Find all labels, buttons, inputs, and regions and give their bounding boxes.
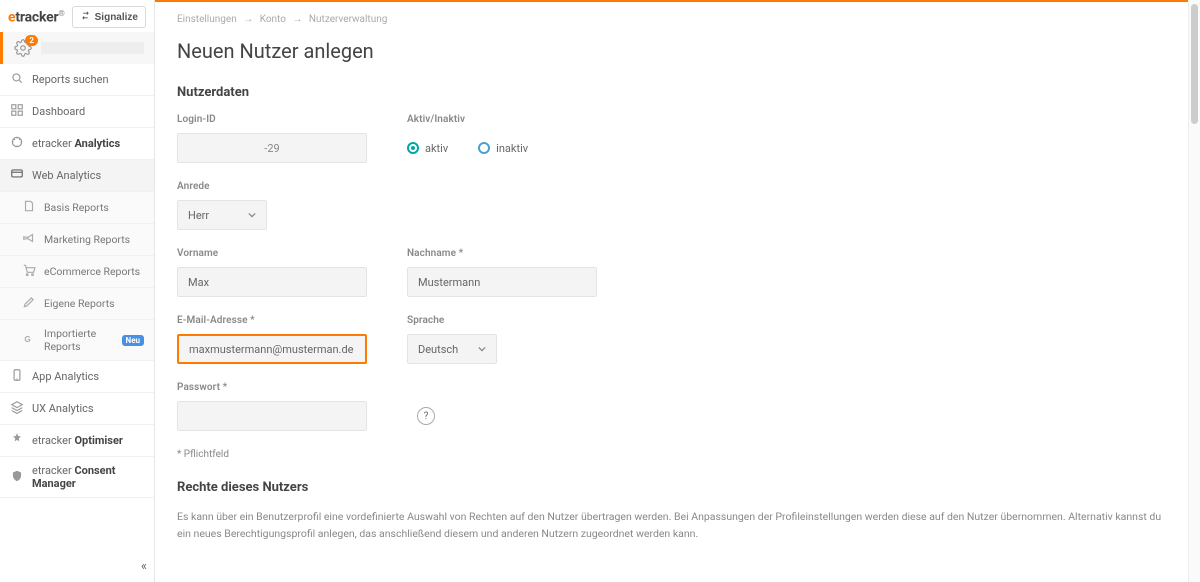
rights-description: Es kann über ein Benutzerprofil eine vor… — [177, 509, 1166, 543]
email-input[interactable]: maxmustermann@musterman.de — [177, 334, 367, 364]
salutation-label: Anrede — [177, 181, 367, 192]
radio-dot-icon — [407, 142, 419, 154]
radio-inactive[interactable]: inaktiv — [478, 142, 528, 155]
shield-icon — [10, 469, 24, 486]
pencil-icon — [22, 295, 36, 312]
language-select[interactable]: Deutsch — [407, 334, 497, 364]
scrollbar-thumb[interactable] — [1191, 4, 1198, 124]
section-user-data: Nutzerdaten — [177, 85, 1166, 100]
chevron-down-icon — [478, 343, 486, 356]
login-id-field: -29 — [177, 133, 367, 163]
sidebar-basis-label: Basis Reports — [44, 201, 109, 214]
lastname-value: Mustermann — [418, 276, 480, 289]
sidebar-search-label: Reports suchen — [32, 73, 109, 86]
active-label: Aktiv/Inaktiv — [407, 114, 528, 125]
brand-rest: tracker — [15, 9, 58, 25]
megaphone-icon — [22, 231, 36, 248]
svg-text:G: G — [24, 334, 30, 343]
sidebar-imported-label: Importierte Reports — [44, 327, 110, 353]
radio-active[interactable]: aktiv — [407, 142, 448, 155]
password-input[interactable] — [177, 401, 367, 431]
breadcrumb-settings[interactable]: Einstellungen — [177, 14, 237, 25]
sidebar-item-analytics[interactable]: etracker Analytics — [0, 128, 154, 160]
lastname-input[interactable]: Mustermann — [407, 267, 597, 297]
signalize-label: Signalize — [95, 12, 138, 23]
analytics-icon — [10, 135, 24, 152]
breadcrumb: Einstellungen → Konto → Nutzerverwaltung — [177, 14, 1166, 25]
sidebar-dashboard-label: Dashboard — [32, 105, 85, 118]
sidebar-item-optimiser[interactable]: etracker Optimiser — [0, 425, 154, 457]
sidebar-item-app-analytics[interactable]: App Analytics — [0, 361, 154, 393]
brand-logo: etracker® — [8, 9, 65, 26]
notification-badge: 2 — [25, 35, 38, 46]
radio-dot-icon — [478, 142, 490, 154]
language-value: Deutsch — [418, 343, 458, 356]
sidebar-web-label: Web Analytics — [32, 169, 101, 182]
help-icon[interactable]: ? — [417, 407, 435, 425]
page-title: Neuen Nutzer anlegen — [177, 39, 1166, 63]
sidebar-app-label: App Analytics — [32, 370, 99, 383]
email-label: E-Mail-Adresse * — [177, 315, 367, 326]
layers-icon — [10, 400, 24, 417]
radio-active-label: aktiv — [425, 142, 448, 155]
brand-reg: ® — [58, 9, 64, 18]
sidebar-sub-marketing[interactable]: Marketing Reports — [0, 224, 154, 256]
swap-icon — [80, 10, 91, 24]
lastname-label: Nachname * — [407, 248, 597, 259]
firstname-input[interactable]: Max — [177, 267, 367, 297]
sidebar-item-ux-analytics[interactable]: UX Analytics — [0, 393, 154, 425]
sidebar-item-consent[interactable]: etracker Consent Manager — [0, 457, 154, 498]
salutation-select[interactable]: Herr — [177, 200, 267, 230]
main-content: Einstellungen → Konto → Nutzerverwaltung… — [155, 0, 1188, 582]
sidebar-analytics-label: etracker Analytics — [32, 137, 120, 150]
sliders-icon — [10, 432, 24, 449]
firstname-value: Max — [188, 276, 209, 289]
password-label: Passwort * — [177, 382, 367, 393]
sidebar-sub-basis[interactable]: Basis Reports — [0, 192, 154, 224]
breadcrumb-sep: → — [292, 14, 302, 25]
chevron-down-icon — [248, 209, 256, 222]
breadcrumb-account[interactable]: Konto — [260, 14, 286, 25]
sidebar-optimiser-label: etracker Optimiser — [32, 434, 123, 447]
dashboard-icon — [10, 103, 24, 120]
firstname-label: Vorname — [177, 248, 367, 259]
search-icon — [10, 71, 24, 88]
sidebar-sub-own[interactable]: Eigene Reports — [0, 288, 154, 320]
new-badge: Neu — [122, 335, 144, 346]
sidebar-user[interactable]: 2 — [0, 32, 154, 64]
collapse-sidebar-icon[interactable]: « — [141, 559, 144, 574]
sidebar-sub-ecommerce[interactable]: eCommerce Reports — [0, 256, 154, 288]
language-label: Sprache — [407, 315, 597, 326]
salutation-value: Herr — [188, 209, 209, 222]
web-icon — [10, 167, 24, 184]
sidebar-own-label: Eigene Reports — [44, 297, 115, 310]
sidebar-ux-label: UX Analytics — [32, 402, 94, 415]
user-name-placeholder — [41, 42, 144, 54]
login-id-value: -29 — [264, 142, 279, 155]
sidebar-marketing-label: Marketing Reports — [44, 233, 130, 246]
signalize-button[interactable]: Signalize — [72, 6, 146, 28]
sidebar-item-search[interactable]: Reports suchen — [0, 64, 154, 96]
section-rights: Rechte dieses Nutzers — [177, 480, 1166, 495]
gear-icon: 2 — [13, 38, 33, 58]
email-value: maxmustermann@musterman.de — [189, 343, 353, 356]
sidebar-top: etracker® Signalize — [0, 0, 154, 32]
breadcrumb-sep: → — [243, 14, 253, 25]
sidebar-consent-label: etracker Consent Manager — [32, 464, 144, 490]
report-icon — [22, 199, 36, 216]
sidebar: etracker® Signalize 2 Reports suchen Das… — [0, 0, 155, 582]
sidebar-item-web-analytics[interactable]: Web Analytics — [0, 160, 154, 192]
cart-icon — [22, 263, 36, 280]
breadcrumb-usermgmt[interactable]: Nutzerverwaltung — [309, 14, 387, 25]
sidebar-ecommerce-label: eCommerce Reports — [44, 265, 140, 278]
google-icon: G — [22, 332, 36, 349]
phone-icon — [10, 368, 24, 385]
mandatory-note: * Pflichtfeld — [177, 449, 1166, 460]
scrollbar[interactable] — [1188, 0, 1200, 582]
sidebar-sub-imported[interactable]: G Importierte Reports Neu — [0, 320, 154, 361]
sidebar-item-dashboard[interactable]: Dashboard — [0, 96, 154, 128]
radio-inactive-label: inaktiv — [496, 142, 528, 155]
login-id-label: Login-ID — [177, 114, 367, 125]
